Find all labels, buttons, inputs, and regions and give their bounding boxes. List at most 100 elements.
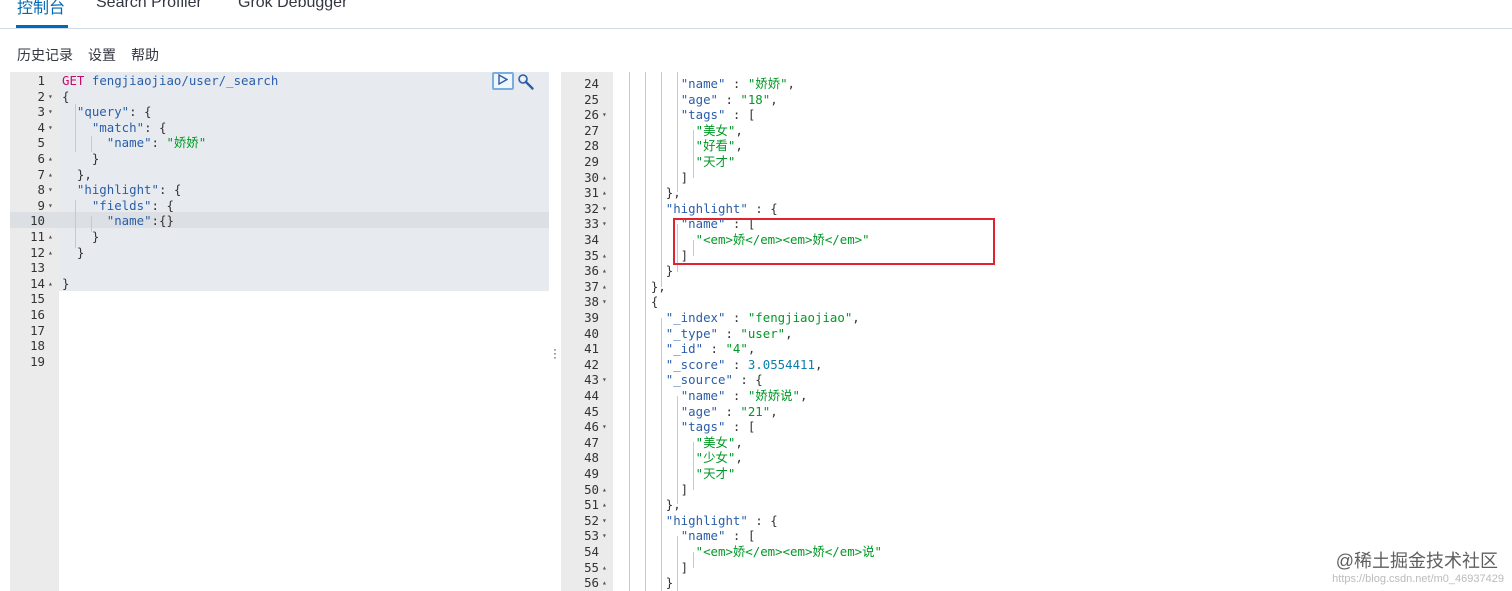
active-tab-indicator bbox=[16, 25, 68, 28]
line-number: 28 bbox=[584, 138, 599, 154]
response-viewer[interactable]: 24 "name" : "娇娇", 25 "age" : "18", 26 ▾ "ta… bbox=[561, 72, 1512, 591]
line-number: 25 bbox=[584, 91, 599, 107]
code-text: } bbox=[62, 151, 100, 166]
fold-open-icon[interactable]: ▾ bbox=[602, 294, 607, 310]
code-text: "_id" : "4", bbox=[665, 341, 756, 357]
code-text: "_type" : "user", bbox=[665, 325, 793, 341]
line-number: 2 bbox=[37, 88, 45, 104]
menu-help[interactable]: 帮助 bbox=[131, 45, 159, 65]
code-line: 9 ▾ "fields": { bbox=[10, 198, 549, 214]
line-number: 14 bbox=[30, 275, 45, 291]
fold-close-icon[interactable]: ▴ bbox=[602, 263, 607, 279]
fold-open-icon[interactable]: ▾ bbox=[602, 513, 607, 529]
fold-close-icon[interactable]: ▴ bbox=[48, 229, 53, 245]
line-number: 17 bbox=[30, 322, 45, 338]
line-number: 48 bbox=[584, 450, 599, 466]
line-number: 11 bbox=[30, 229, 45, 244]
code-text: } bbox=[62, 275, 70, 291]
line-number: 8 bbox=[37, 182, 45, 198]
top-tab-bar: 控制台 Search Profiler Grok Debugger bbox=[0, 0, 1512, 29]
watermark-url: https://blog.csdn.net/m0_46937429 bbox=[1332, 573, 1504, 585]
code-line: 26 ▾ "tags" : [ bbox=[561, 107, 1512, 123]
code-line: 7 ▴ }, bbox=[10, 167, 549, 183]
code-text: "<em>娇</em><em>娇</em>说" bbox=[695, 544, 882, 559]
line-number: 40 bbox=[584, 325, 599, 341]
code-line: 3 ▾ "query": { bbox=[10, 104, 549, 120]
fold-close-icon[interactable]: ▴ bbox=[602, 185, 607, 201]
request-actions-button[interactable] bbox=[517, 73, 535, 91]
fold-open-icon[interactable]: ▾ bbox=[48, 89, 53, 105]
line-number: 13 bbox=[30, 260, 45, 276]
fold-open-icon[interactable]: ▾ bbox=[602, 107, 607, 123]
line-number: 49 bbox=[584, 466, 599, 481]
fold-close-icon[interactable]: ▴ bbox=[602, 497, 607, 513]
fold-open-icon[interactable]: ▾ bbox=[602, 201, 607, 217]
line-number: 38 bbox=[584, 294, 599, 310]
line-number: 43 bbox=[584, 372, 599, 388]
fold-open-icon[interactable]: ▾ bbox=[602, 372, 607, 388]
code-line: 42 "_score" : 3.0554411, bbox=[561, 357, 1512, 373]
line-number: 34 bbox=[584, 232, 599, 247]
fold-open-icon[interactable]: ▾ bbox=[602, 216, 607, 232]
code-line: 37 ▴ }, bbox=[561, 279, 1512, 295]
line-number: 30 bbox=[584, 169, 599, 185]
fold-close-icon[interactable]: ▴ bbox=[48, 276, 53, 292]
tab-console[interactable]: 控制台 bbox=[17, 0, 65, 18]
fold-open-icon[interactable]: ▾ bbox=[48, 198, 53, 214]
fold-close-icon[interactable]: ▴ bbox=[602, 279, 607, 295]
code-line: 27 "美女", bbox=[561, 123, 1512, 139]
menu-settings[interactable]: 设置 bbox=[88, 45, 116, 65]
fold-close-icon[interactable]: ▴ bbox=[602, 248, 607, 264]
code-line: 29 "天才" bbox=[561, 154, 1512, 170]
line-number: 10 bbox=[30, 213, 45, 229]
code-text: "_index" : "fengjiaojiao", bbox=[665, 310, 860, 325]
menu-history[interactable]: 历史记录 bbox=[17, 45, 73, 65]
fold-close-icon[interactable]: ▴ bbox=[48, 167, 53, 183]
code-text: "name": "娇娇" bbox=[106, 135, 207, 151]
fold-open-icon[interactable]: ▾ bbox=[48, 120, 53, 136]
send-request-button[interactable] bbox=[492, 72, 514, 90]
code-text: "query": { bbox=[76, 104, 152, 120]
code-text: "美女", bbox=[695, 434, 743, 450]
fold-open-icon[interactable]: ▾ bbox=[48, 104, 53, 120]
fold-close-icon[interactable]: ▴ bbox=[48, 245, 53, 261]
line-number: 3 bbox=[37, 104, 45, 120]
line-number: 24 bbox=[584, 76, 599, 91]
fold-open-icon[interactable]: ▾ bbox=[48, 182, 53, 198]
code-line: 2 ▾ { bbox=[10, 89, 549, 105]
tab-search-profiler[interactable]: Search Profiler bbox=[96, 0, 202, 12]
fold-close-icon[interactable]: ▴ bbox=[48, 151, 53, 167]
code-text: "fields": { bbox=[91, 197, 174, 213]
code-text: GET fengjiaojiao/user/_search bbox=[62, 73, 279, 88]
code-text: { bbox=[621, 294, 659, 310]
fold-close-icon[interactable]: ▴ bbox=[602, 482, 607, 498]
line-number: 56 bbox=[584, 575, 599, 591]
line-number: 9 bbox=[37, 197, 45, 213]
code-line: 8 ▾ "highlight": { bbox=[10, 182, 549, 198]
code-line: 16 bbox=[10, 307, 549, 323]
code-text: }, bbox=[621, 278, 666, 294]
code-line: 11 ▴ } bbox=[10, 229, 549, 245]
code-text: }, bbox=[62, 166, 92, 182]
request-editor[interactable]: 1 GET fengjiaojiao/user/_search 2 ▾{3 ▾ "que… bbox=[10, 72, 549, 591]
code-text: "highlight" : { bbox=[665, 200, 778, 216]
fold-close-icon[interactable]: ▴ bbox=[602, 575, 607, 591]
line-number: 47 bbox=[584, 434, 599, 450]
code-line: 4 ▾ "match": { bbox=[10, 120, 549, 136]
code-line: 18 bbox=[10, 338, 549, 354]
fold-close-icon[interactable]: ▴ bbox=[602, 170, 607, 186]
line-number: 26 bbox=[584, 107, 599, 123]
fold-open-icon[interactable]: ▾ bbox=[602, 419, 607, 435]
pane-resize-handle[interactable]: · · · bbox=[553, 343, 557, 363]
code-line: 17 bbox=[10, 323, 549, 339]
code-text: "tags" : [ bbox=[680, 107, 756, 123]
tab-grok-debugger[interactable]: Grok Debugger bbox=[238, 0, 347, 12]
code-line: 14 ▴} bbox=[10, 276, 549, 292]
code-line: 53 ▾ "name" : [ bbox=[561, 528, 1512, 544]
fold-open-icon[interactable]: ▾ bbox=[602, 528, 607, 544]
code-line: 24 "name" : "娇娇", bbox=[561, 76, 1512, 92]
fold-close-icon[interactable]: ▴ bbox=[602, 560, 607, 576]
annotation-highlight-box bbox=[673, 218, 995, 265]
code-text: ] bbox=[621, 481, 689, 497]
code-line: 45 "age" : "21", bbox=[561, 404, 1512, 420]
